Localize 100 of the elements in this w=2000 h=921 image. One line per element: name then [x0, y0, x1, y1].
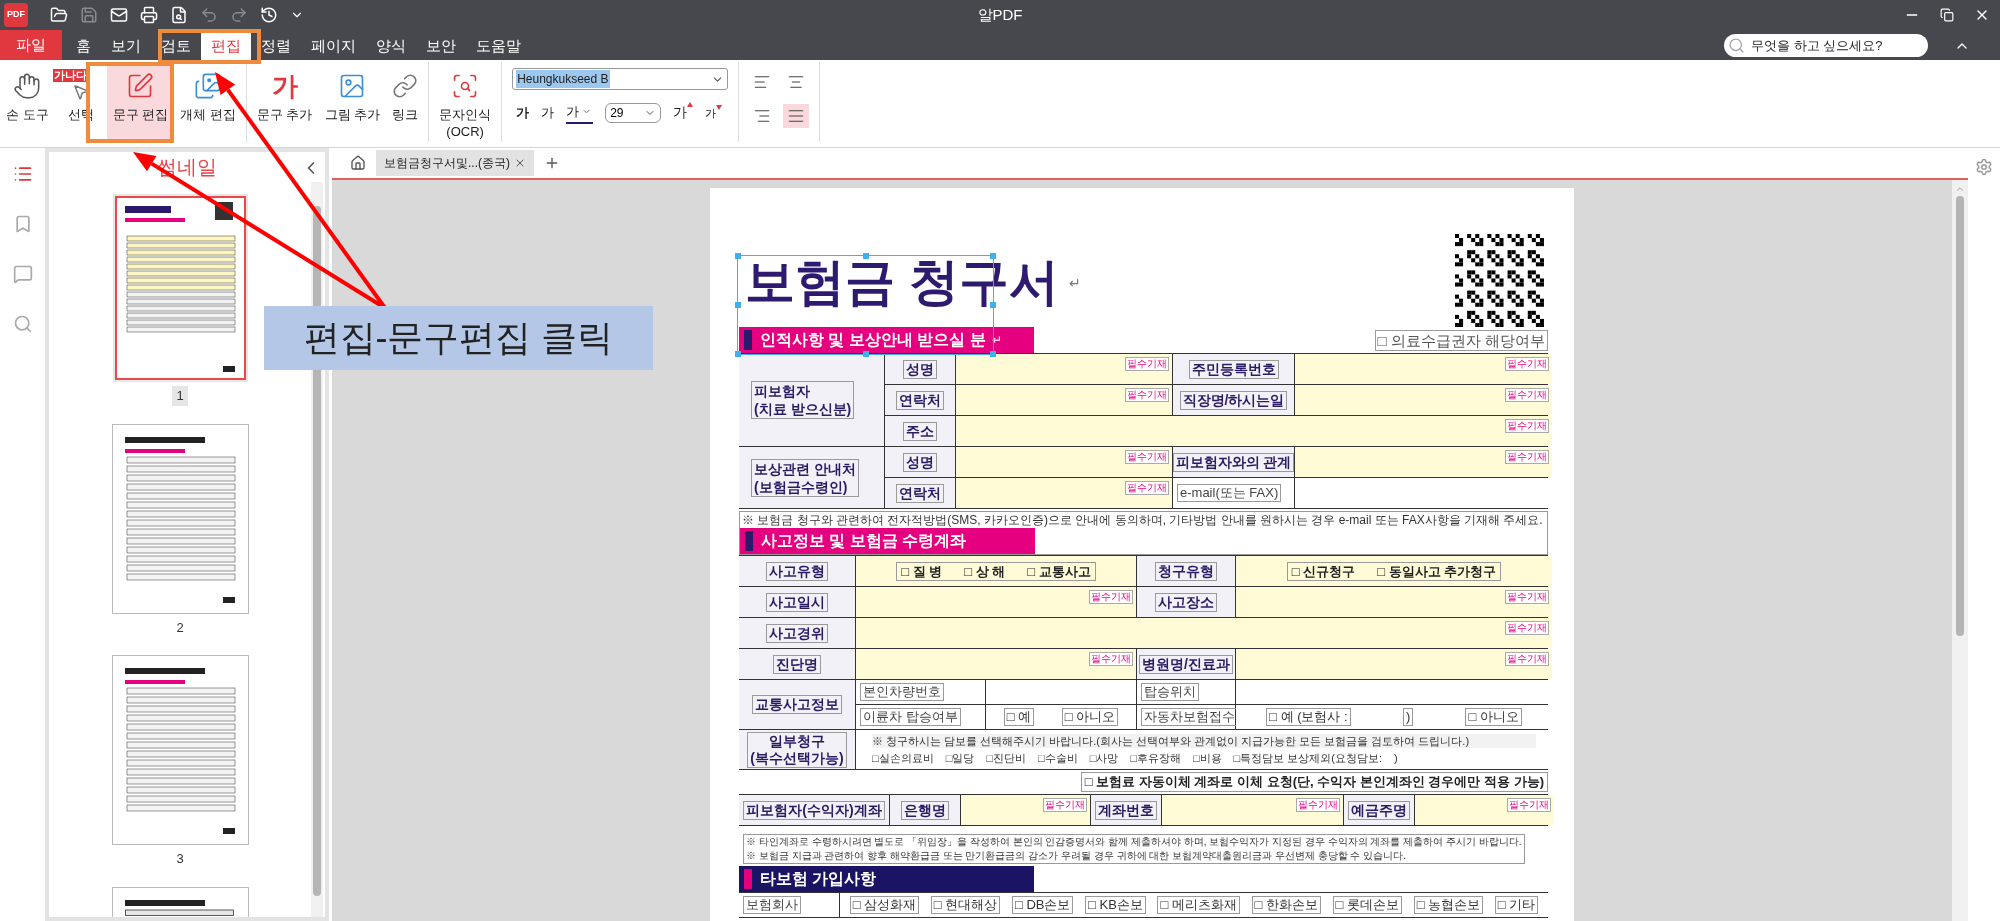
- menu-tab[interactable]: 보안: [416, 32, 466, 60]
- checkbox-option[interactable]: □ 신규청구: [1291, 562, 1356, 580]
- checkbox-option[interactable]: □ 아니오: [1061, 708, 1119, 726]
- tool-button[interactable]: 문자인식 (OCR): [433, 62, 498, 142]
- checkbox-option[interactable]: □ 상 해: [964, 562, 1006, 580]
- field-label: 주민등록번호: [1188, 359, 1279, 379]
- printer-icon[interactable]: [140, 6, 158, 24]
- heading-text: 타보험 가입사항: [760, 869, 877, 889]
- checkbox-option[interactable]: □ 메리츠화재: [1157, 896, 1240, 914]
- document-tab[interactable]: 보험금청구서및...(종국): [376, 150, 534, 176]
- tool-button[interactable]: 링크: [386, 62, 425, 142]
- checkbox-option[interactable]: □실손의료비: [872, 751, 934, 765]
- input-field[interactable]: 필수기재: [1295, 447, 1552, 477]
- checkbox-option[interactable]: □ 삼성화재: [849, 896, 920, 914]
- add-tab-icon[interactable]: [544, 155, 560, 171]
- input-field[interactable]: 필수기재: [956, 478, 1172, 508]
- clock-icon[interactable]: [260, 6, 278, 24]
- checkbox-option[interactable]: ): [1394, 751, 1398, 765]
- menu-tab[interactable]: 보기: [101, 32, 151, 60]
- required-tag: 필수기재: [1125, 481, 1169, 495]
- checkbox-option[interactable]: □ 질 병: [901, 562, 943, 580]
- input-field[interactable]: 필수기재: [1415, 795, 1554, 825]
- required-tag: 필수기재: [1089, 590, 1133, 604]
- tool-button[interactable]: 그림 추가: [318, 62, 387, 142]
- thumbnail-list-icon[interactable]: [12, 164, 33, 184]
- regular-button[interactable]: 가: [541, 103, 555, 123]
- field-label: 일부청구 (복수선택가능): [747, 731, 847, 768]
- bold-button[interactable]: 가: [516, 103, 530, 123]
- checkbox-option[interactable]: □ 교통사고: [1027, 562, 1091, 580]
- checkbox-option[interactable]: □수술비: [1037, 751, 1078, 765]
- input-field[interactable]: 필수기재: [956, 416, 1552, 446]
- checkbox-option[interactable]: □ 농협손보: [1413, 896, 1484, 914]
- checkbox-option[interactable]: □ 기타: [1494, 896, 1539, 914]
- input-field[interactable]: 필수기재: [956, 385, 1172, 415]
- note-text: ※ 보험금 청구와 관련하여 전자적방법(SMS, 카카오인증)으로 안내에 동의하며, 기타방법 안내를 원하시는 경우 e-mail 또는 FAX사항을 기재해 주세요.: [742, 512, 1543, 529]
- input-field[interactable]: 필수기재: [956, 354, 1172, 384]
- input-field[interactable]: 필수기재: [961, 795, 1090, 825]
- input-field[interactable]: 필수기재: [856, 618, 1552, 648]
- checkbox-option[interactable]: □진단비: [986, 751, 1026, 765]
- checkbox-option[interactable]: □비용: [1192, 751, 1222, 765]
- menu-tab[interactable]: 검토: [151, 32, 201, 60]
- close-icon[interactable]: [514, 157, 526, 169]
- folder-icon[interactable]: [50, 6, 68, 24]
- field-label: 연락처: [896, 483, 944, 503]
- settings-icon[interactable]: [1975, 158, 1993, 176]
- field-label: 교통사고정보: [752, 695, 842, 714]
- checkbox-option[interactable]: □후유장해: [1130, 751, 1181, 765]
- checkbox-option[interactable]: □ KB손보: [1085, 896, 1146, 914]
- increase-size-button[interactable]: 가: [673, 102, 694, 124]
- checkbox-option[interactable]: □사망: [1089, 751, 1119, 765]
- menu-tab[interactable]: 홈: [66, 32, 101, 60]
- font-select[interactable]: Heungkukseed B: [512, 68, 729, 90]
- input-field[interactable]: 필수기재: [1295, 385, 1552, 415]
- input-field[interactable]: 필수기재: [1295, 354, 1552, 384]
- checkbox-option[interactable]: □ 아니오: [1465, 708, 1522, 726]
- input-field[interactable]: 필수기재: [856, 587, 1136, 617]
- checkbox-option[interactable]: □특정담보 보상제외(요청담보:: [1233, 751, 1382, 765]
- input-field[interactable]: 필수기재: [1236, 649, 1552, 679]
- required-tag: 필수기재: [1505, 621, 1549, 635]
- tool-button[interactable]: 개체 편집: [174, 62, 242, 142]
- menu-tab[interactable]: 파일: [0, 30, 62, 60]
- checkbox-option[interactable]: □ 예 (보험사 :: [1266, 708, 1351, 726]
- field-label: 진단명: [773, 654, 821, 674]
- scrollbar[interactable]: [1952, 180, 1968, 921]
- checkbox-option[interactable]: ): [1402, 708, 1414, 726]
- menu-tab[interactable]: 정렬: [251, 32, 301, 60]
- checkbox-option[interactable]: □ 보험료 자동이체 계좌로 이체 요청(단, 수익자 본인계좌인 경우에만 적용 가능): [1080, 772, 1548, 792]
- menu-tab[interactable]: 편집: [201, 32, 251, 60]
- field-label: 피보험자(수익자)계좌: [743, 800, 885, 820]
- checkbox-option[interactable]: □ 한화손보: [1251, 896, 1321, 914]
- menu-tab[interactable]: 도움말: [466, 32, 531, 60]
- align-button[interactable]: [783, 104, 810, 128]
- input-field[interactable]: 필수기재: [1162, 795, 1343, 825]
- font-size-select[interactable]: 29: [605, 102, 662, 123]
- search-field[interactable]: 무엇을 하고 싶으세요?: [1724, 34, 1928, 57]
- tool-button[interactable]: 가 문구 추가: [250, 62, 319, 142]
- home-icon[interactable]: [350, 155, 366, 171]
- required-tag: 필수기재: [1505, 652, 1549, 666]
- menu-tab[interactable]: 양식: [366, 32, 416, 60]
- input-field[interactable]: 필수기재: [956, 447, 1172, 477]
- input-field[interactable]: 필수기재: [1236, 587, 1552, 617]
- page-thumbnail[interactable]: [111, 886, 249, 917]
- checkbox-option[interactable]: □ 의료수급권자 해당여부: [1374, 330, 1548, 351]
- tool-button[interactable]: 손 도구: [0, 62, 55, 142]
- checkbox-option[interactable]: □ 동일사고 추가청구: [1377, 562, 1497, 580]
- checkbox-option[interactable]: □ DB손보: [1011, 896, 1074, 914]
- field-label: 계좌번호: [1095, 800, 1157, 820]
- required-tag: 필수기재: [1505, 590, 1549, 604]
- envelope-icon[interactable]: [110, 6, 128, 24]
- restore-icon[interactable]: [1940, 8, 1954, 22]
- menu-tab[interactable]: 페이지: [301, 32, 366, 60]
- decrease-size-button[interactable]: 가: [705, 104, 723, 121]
- checkbox-option[interactable]: □일당: [945, 751, 975, 765]
- checkbox-option[interactable]: □ 현대해상: [930, 896, 1001, 914]
- checkbox-option[interactable]: □ 롯데손보: [1332, 896, 1403, 914]
- document-search-icon[interactable]: [170, 6, 188, 24]
- font-color-button[interactable]: 가: [566, 102, 594, 124]
- align-center-icon: [787, 73, 806, 91]
- input-field[interactable]: 필수기재: [856, 649, 1136, 679]
- checkbox-option[interactable]: □ 예: [1003, 708, 1035, 726]
